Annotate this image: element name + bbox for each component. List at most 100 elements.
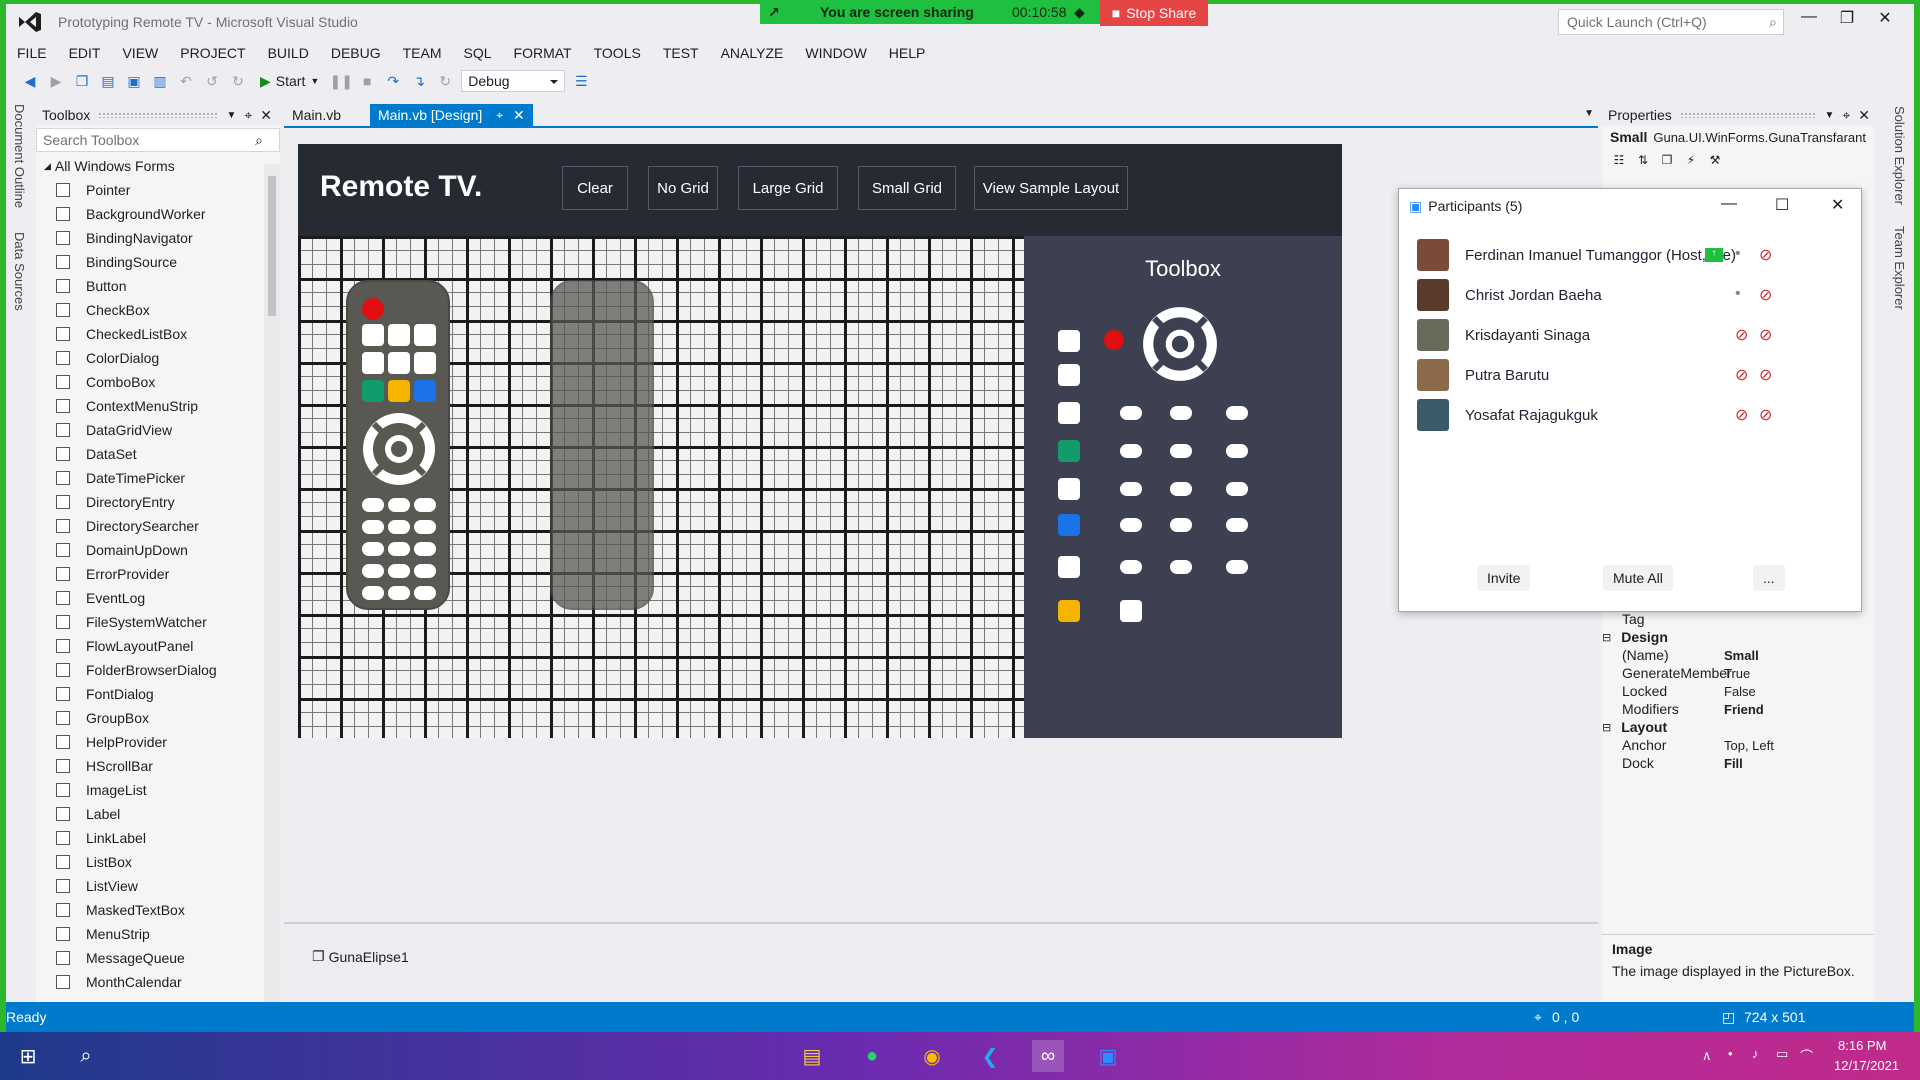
mute-all-button[interactable]: Mute All: [1603, 565, 1673, 591]
toolbox-pill-button[interactable]: [1120, 444, 1142, 458]
menu-sql[interactable]: SQL: [453, 45, 503, 61]
toolbox-pill-button[interactable]: [1120, 482, 1142, 496]
dropdown-icon[interactable]: ▼: [226, 110, 236, 121]
visual-studio-taskbar-icon[interactable]: ∞: [1032, 1040, 1064, 1072]
no-grid-button[interactable]: No Grid: [648, 166, 718, 210]
dropdown-icon[interactable]: ▼: [1824, 110, 1834, 121]
participant-row[interactable]: Christ Jordan Baeha • ⊘: [1417, 275, 1857, 315]
chevron-up-icon[interactable]: ∧: [1702, 1048, 1712, 1064]
remote-key[interactable]: [388, 542, 410, 556]
property-value[interactable]: True: [1724, 666, 1750, 681]
tab-list-dropdown-icon[interactable]: ▼: [1584, 108, 1594, 119]
video-off-icon[interactable]: ⊘: [1759, 285, 1772, 305]
stop-icon[interactable]: ■: [357, 71, 377, 91]
pin-icon[interactable]: ⌖: [244, 107, 252, 124]
toolbox-item[interactable]: Pointer: [36, 178, 280, 202]
microphone-icon[interactable]: •: [1735, 285, 1741, 303]
microphone-muted-icon[interactable]: ⊘: [1735, 405, 1748, 425]
toolbox-item[interactable]: CheckBox: [36, 298, 280, 322]
toolbox-scrollbar[interactable]: [264, 164, 280, 1002]
toolbox-item[interactable]: MaskedTextBox: [36, 898, 280, 922]
menu-view[interactable]: VIEW: [111, 45, 169, 61]
dpad-icon[interactable]: [360, 410, 438, 488]
toolbox-item[interactable]: DataGridView: [36, 418, 280, 442]
microphone-icon[interactable]: •: [1735, 245, 1741, 263]
invite-button[interactable]: Invite: [1477, 565, 1531, 591]
property-value[interactable]: False: [1724, 684, 1756, 699]
quick-launch-input[interactable]: Quick Launch (Ctrl+Q) ⌕: [1558, 9, 1784, 35]
toolbox-pill-button[interactable]: [1120, 560, 1142, 574]
toolbox-item[interactable]: ListView: [36, 874, 280, 898]
close-icon[interactable]: ✕: [1870, 8, 1900, 28]
menu-project[interactable]: PROJECT: [169, 45, 256, 61]
menu-edit[interactable]: EDIT: [58, 45, 112, 61]
design-grid-canvas[interactable]: [298, 236, 1024, 738]
remote-key[interactable]: [388, 586, 410, 600]
toolbox-item[interactable]: HelpProvider: [36, 730, 280, 754]
remote-key[interactable]: [362, 586, 384, 600]
toolbox-item[interactable]: DataSet: [36, 442, 280, 466]
toolbox-item[interactable]: LinkLabel: [36, 826, 280, 850]
back-icon[interactable]: ◀: [20, 71, 40, 91]
remote-key[interactable]: [362, 498, 384, 512]
large-grid-button[interactable]: Large Grid: [738, 166, 838, 210]
toolbox-item[interactable]: MonthCalendar: [36, 970, 280, 994]
pin-icon[interactable]: ⌖: [496, 108, 503, 123]
toolbox-item[interactable]: DirectoryEntry: [36, 490, 280, 514]
chrome-icon[interactable]: ◉: [916, 1040, 948, 1072]
toolbox-item[interactable]: ComboBox: [36, 370, 280, 394]
toolbox-search-input[interactable]: Search Toolbox ⌕: [36, 128, 280, 152]
remote-key[interactable]: [414, 520, 436, 534]
remote-key[interactable]: [414, 498, 436, 512]
toolbox-pill-button[interactable]: [1170, 482, 1192, 496]
toolbox-item[interactable]: BindingNavigator: [36, 226, 280, 250]
toolbox-item[interactable]: HScrollBar: [36, 754, 280, 778]
toolbox-power-button[interactable]: [1104, 330, 1124, 350]
remote-tv-form[interactable]: Remote TV. Clear No Grid Large Grid Smal…: [298, 144, 1342, 738]
new-project-icon[interactable]: ❐: [72, 71, 92, 91]
redo-icon[interactable]: ↻: [228, 71, 248, 91]
video-off-icon[interactable]: ⊘: [1759, 325, 1772, 345]
windows-start-icon[interactable]: ⊞: [12, 1040, 44, 1072]
toolbox-pill-button[interactable]: [1226, 560, 1248, 574]
toolbox-item[interactable]: DirectorySearcher: [36, 514, 280, 538]
save-icon[interactable]: ▣: [124, 71, 144, 91]
video-off-icon[interactable]: ⊘: [1759, 245, 1772, 265]
volume-icon[interactable]: ♪: [1752, 1046, 1759, 1061]
step-over-icon[interactable]: ↴: [409, 71, 429, 91]
minimize-icon[interactable]: —: [1794, 8, 1824, 26]
restart-icon[interactable]: ↻: [435, 71, 455, 91]
toolbox-pill-button[interactable]: [1226, 482, 1248, 496]
toolbox-item[interactable]: ColorDialog: [36, 346, 280, 370]
toolbox-item[interactable]: ErrorProvider: [36, 562, 280, 586]
toolbox-item[interactable]: FileSystemWatcher: [36, 610, 280, 634]
toolbox-item[interactable]: Button: [36, 274, 280, 298]
more-options-button[interactable]: ...: [1753, 565, 1785, 591]
events-icon[interactable]: ⚡: [1682, 151, 1700, 169]
data-sources-tab[interactable]: Data Sources: [12, 232, 27, 311]
solution-explorer-tab[interactable]: Solution Explorer: [1892, 106, 1907, 205]
toolbox-item[interactable]: DateTimePicker: [36, 466, 280, 490]
close-icon[interactable]: ✕: [1831, 195, 1844, 215]
start-button[interactable]: ▶ Start ▼: [254, 73, 325, 90]
clock-time[interactable]: 8:16 PM: [1838, 1038, 1886, 1053]
toolbox-pill-button[interactable]: [1170, 560, 1192, 574]
menu-window[interactable]: WINDOW: [794, 45, 877, 61]
property-row[interactable]: Dock Fill: [1602, 752, 1858, 774]
toolbox-item[interactable]: MenuStrip: [36, 922, 280, 946]
view-sample-layout-button[interactable]: View Sample Layout: [974, 166, 1128, 210]
remote-key[interactable]: [362, 564, 384, 578]
toolbox-item[interactable]: MessageQueue: [36, 946, 280, 970]
video-off-icon[interactable]: ⊘: [1759, 405, 1772, 425]
device-icon[interactable]: ☰: [571, 71, 591, 91]
remote-key[interactable]: [388, 498, 410, 512]
zoom-taskbar-icon[interactable]: ▣: [1092, 1040, 1124, 1072]
property-pages-icon[interactable]: ⚒: [1706, 151, 1724, 169]
close-icon[interactable]: ✕: [513, 107, 525, 124]
forward-icon[interactable]: ▶: [46, 71, 66, 91]
toolbox-item[interactable]: EventLog: [36, 586, 280, 610]
toolbox-pill-button[interactable]: [1120, 518, 1142, 532]
remote-key[interactable]: [388, 564, 410, 578]
toolbox-item[interactable]: BackgroundWorker: [36, 202, 280, 226]
menu-format[interactable]: FORMAT: [503, 45, 583, 61]
